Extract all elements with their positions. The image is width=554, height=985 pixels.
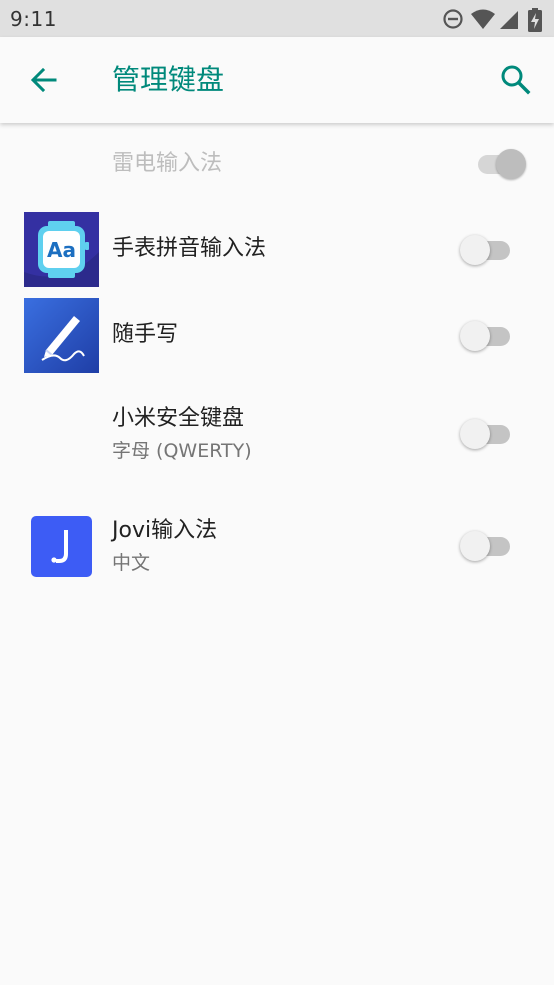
search-icon[interactable] [496,60,536,100]
cell-signal-icon [500,11,518,29]
keyboard-name: 手表拼音输入法 [112,236,267,261]
toggle-thumb [496,149,526,179]
toggle-thumb [460,419,490,449]
battery-charging-icon [528,8,542,32]
keyboard-toggle[interactable] [460,417,516,451]
toggle-thumb [460,235,490,265]
keyboard-name: Jovi输入法 [112,518,218,543]
keyboard-toggle[interactable] [460,529,516,563]
app-bar: 管理键盘 [0,37,554,123]
keyboard-name: 小米安全键盘 [112,406,245,431]
arrow-back-icon[interactable] [24,60,64,100]
keyboard-toggle[interactable] [460,233,516,267]
keyboard-row-leidian[interactable]: 雷电输入法 [0,123,554,207]
keyboard-subtitle: 中文 [112,552,151,574]
do-not-disturb-icon [443,9,463,29]
status-bar: 9:11 [0,0,554,37]
keyboard-toggle[interactable] [472,147,528,181]
svg-text:Aa: Aa [47,238,76,262]
jovi-icon [31,516,92,577]
keyboard-row-jovi[interactable]: Jovi输入法 中文 [0,489,554,601]
wifi-icon [471,9,495,29]
keyboard-subtitle: 字母 (QWERTY) [112,440,252,462]
status-time: 9:11 [10,7,57,31]
watch-keyboard-icon: Aa [24,212,99,287]
keyboard-row-watch-pinyin[interactable]: Aa 手表拼音输入法 [0,207,554,293]
keyboard-row-xiaomi-secure[interactable]: 小米安全键盘 字母 (QWERTY) [0,379,554,489]
handwriting-pen-icon [24,298,99,373]
keyboard-name: 雷电输入法 [112,151,223,176]
toggle-thumb [460,531,490,561]
keyboard-name: 随手写 [112,322,179,347]
toggle-thumb [460,321,490,351]
keyboard-row-handwriting[interactable]: 随手写 [0,293,554,379]
keyboard-toggle[interactable] [460,319,516,353]
page-title: 管理键盘 [112,63,225,96]
